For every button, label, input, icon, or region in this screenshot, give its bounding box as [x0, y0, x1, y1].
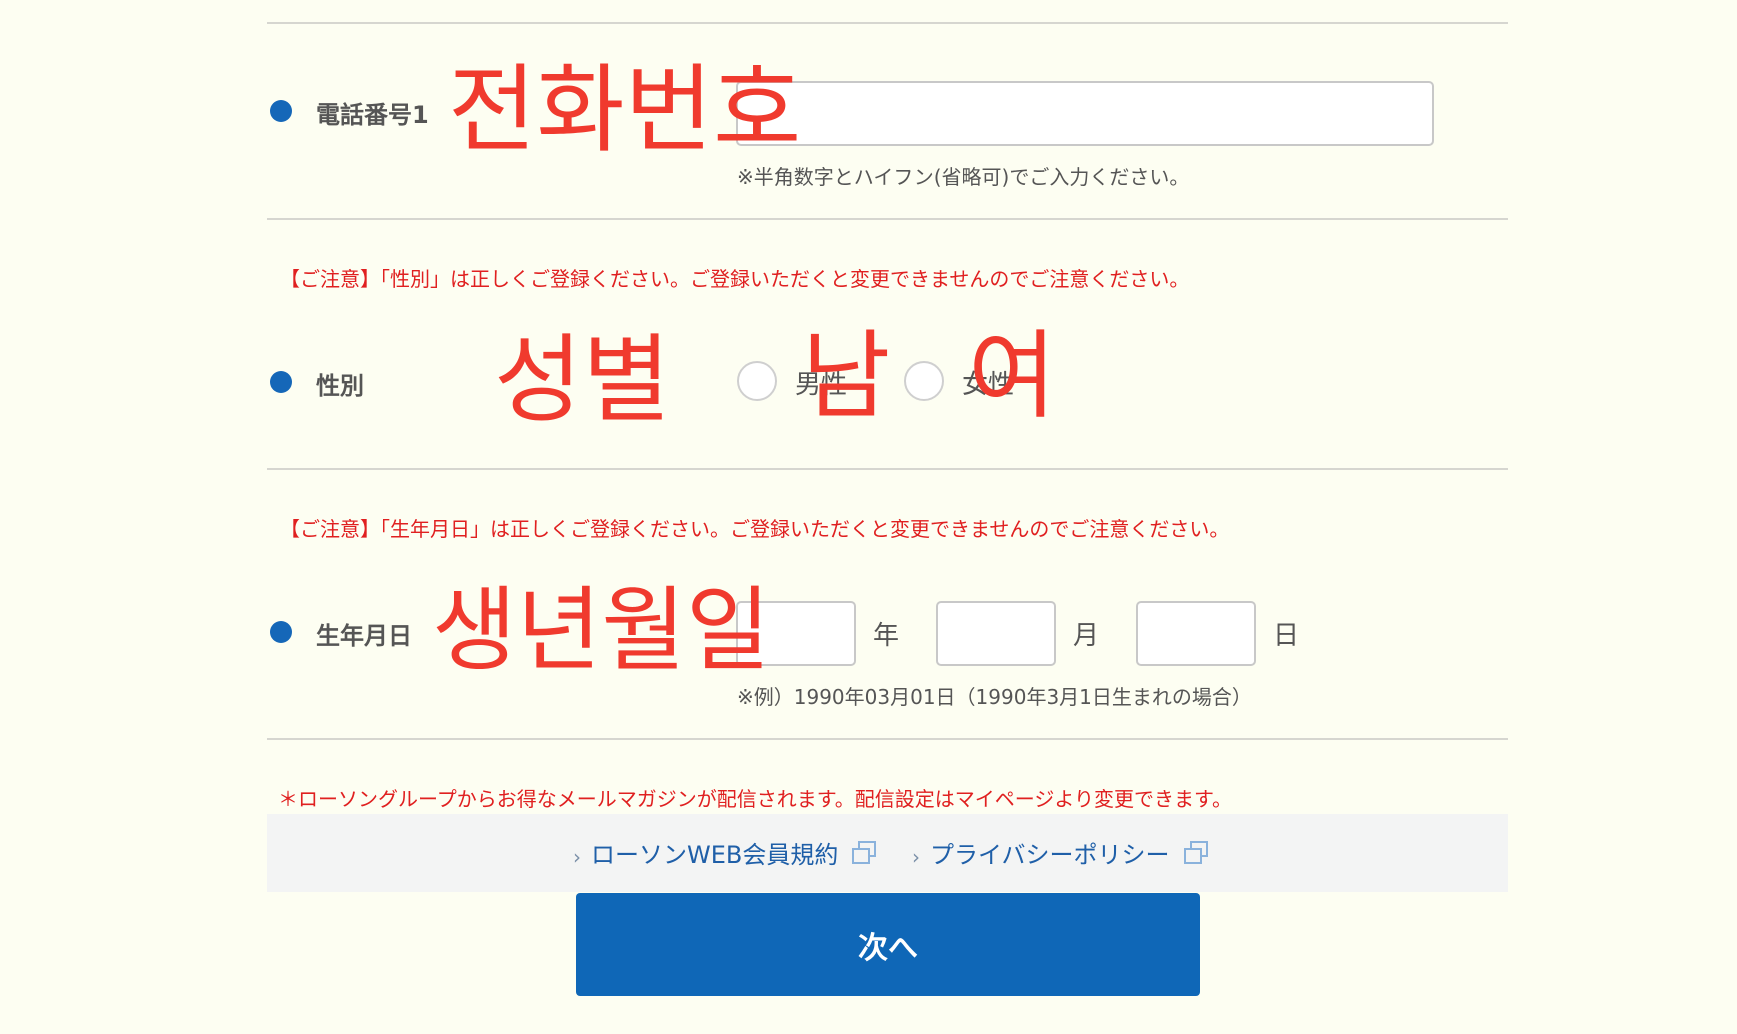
phone-korean-annotation: 전화번호: [448, 54, 802, 166]
chevron-right-icon: ›: [573, 844, 581, 869]
birth-month-input[interactable]: [936, 601, 1056, 666]
gender-notice: 【ご注意】「性別」は正しくご登録ください。ご登録いただくと変更できませんのでご注…: [280, 267, 1190, 291]
chevron-right-icon: ›: [912, 844, 920, 869]
divider: [267, 468, 1508, 470]
next-button[interactable]: 次へ: [576, 893, 1200, 996]
required-bullet-icon: [270, 621, 292, 643]
terms-link-label: ローソンWEB会員規約: [591, 841, 839, 869]
registration-form: 電話番号1 전화번호 ※半角数字とハイフン(省略可)でご入力ください。 【ご注意…: [0, 0, 1737, 1034]
privacy-policy-link[interactable]: › プライバシーポリシー: [912, 835, 1210, 870]
newsletter-notice: ＊ローソングループからお得なメールマガジンが配信されます。配信設定はマイページよ…: [278, 787, 1232, 811]
policy-links-bar: › ローソンWEB会員規約 › プライバシーポリシー: [267, 814, 1508, 892]
phone-label: 電話番号1: [316, 101, 429, 129]
birthdate-hint: ※例）1990年03月01日（1990年3月1日生まれの場合）: [737, 685, 1252, 709]
birthdate-notice: 【ご注意】「生年月日」は正しくご登録ください。ご登録いただくと変更できませんので…: [280, 517, 1230, 541]
gender-male-radio[interactable]: [737, 361, 777, 401]
phone-input[interactable]: [736, 81, 1434, 146]
birthdate-korean-annotation: 생년월일: [432, 577, 771, 684]
birthdate-label: 生年月日: [316, 622, 412, 650]
day-unit: 日: [1273, 621, 1300, 651]
year-unit: 年: [873, 621, 900, 651]
gender-male-korean-annotation: 남: [802, 320, 891, 432]
phone-hint: ※半角数字とハイフン(省略可)でご入力ください。: [737, 165, 1190, 189]
terms-link[interactable]: › ローソンWEB会員規約: [573, 835, 878, 870]
external-window-icon: [1182, 840, 1210, 866]
month-unit: 月: [1073, 621, 1100, 651]
gender-korean-annotation: 성별: [494, 324, 671, 436]
gender-female-korean-annotation: 여: [968, 320, 1057, 432]
external-window-icon: [850, 840, 878, 866]
required-bullet-icon: [270, 371, 292, 393]
birth-day-input[interactable]: [1136, 601, 1256, 666]
gender-label: 性別: [316, 372, 364, 400]
divider: [267, 22, 1508, 24]
divider: [267, 218, 1508, 220]
privacy-policy-link-label: プライバシーポリシー: [930, 841, 1170, 869]
gender-female-radio[interactable]: [904, 361, 944, 401]
divider: [267, 738, 1508, 740]
required-bullet-icon: [270, 100, 292, 122]
